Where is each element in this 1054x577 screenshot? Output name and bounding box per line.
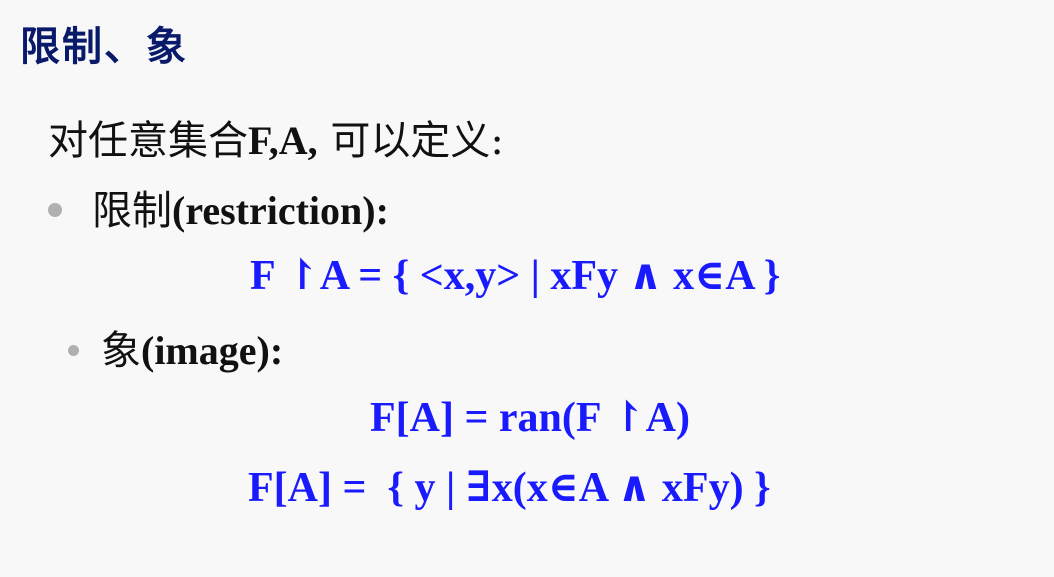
intro-line: 对任意集合F,A, 可以定义:	[48, 108, 504, 166]
restriction-formula: F ↾A = { <x,y> | xFy ∧ x∈A }	[250, 253, 781, 299]
bullet-dot-icon	[48, 203, 62, 217]
image-formula-set: F[A] = { y | ∃x(x∈A ∧ xFy) }	[248, 465, 771, 511]
intro-bold: F,A,	[248, 118, 318, 163]
restriction-label-cn: 限制	[92, 188, 172, 234]
bullet-dot-icon	[68, 344, 79, 356]
intro-suffix: 可以定义:	[317, 118, 504, 164]
bullet-restriction: 限制(restriction):	[48, 178, 389, 236]
image-label-en: (image):	[141, 328, 284, 373]
page-title: 限制、象	[20, 24, 188, 70]
bullet-image: 象(image):	[68, 318, 283, 376]
restriction-label-en: (restriction):	[172, 188, 389, 233]
image-formula-ran: F[A] = ran(F ↾A)	[370, 395, 690, 441]
image-label-cn: 象	[101, 328, 141, 374]
intro-prefix: 对任意集合	[48, 118, 248, 164]
